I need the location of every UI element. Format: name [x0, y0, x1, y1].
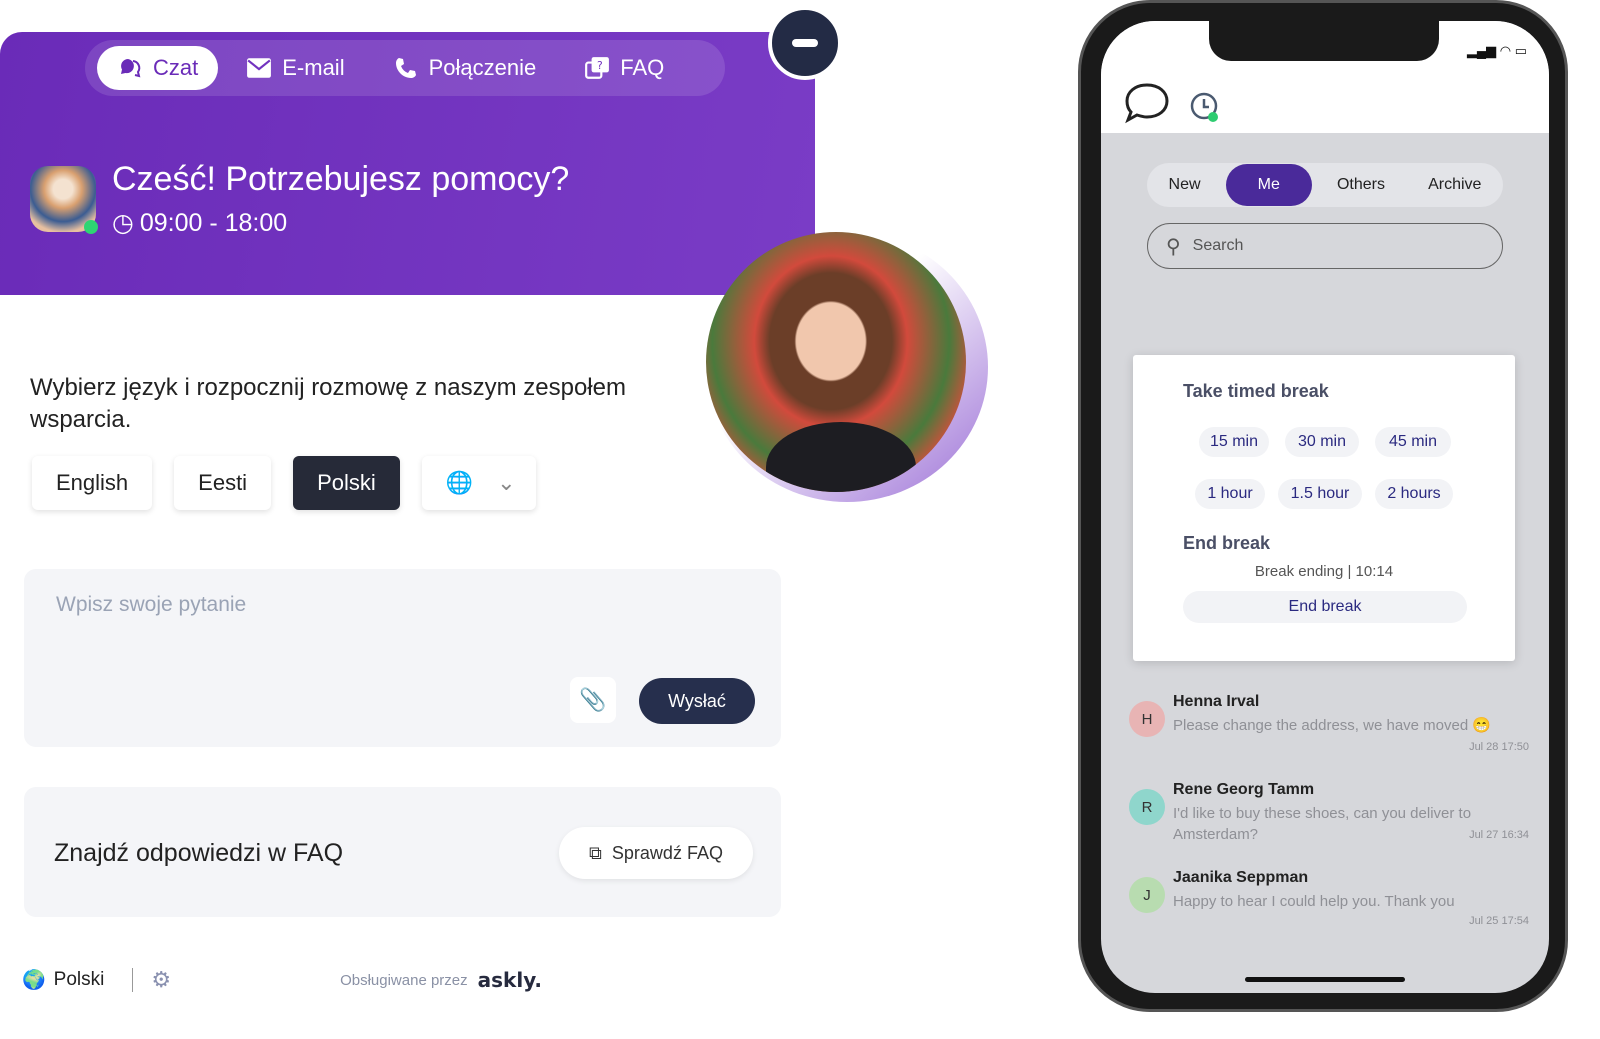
channel-tabs: Czat E-mail Połączenie ? FAQ: [85, 40, 725, 96]
contact-name: Henna Irval: [1173, 693, 1260, 710]
break-ending-time: Break ending | 10:14: [1254, 563, 1394, 580]
end-break-button[interactable]: End break: [1183, 591, 1467, 623]
faq-text: Znajdź odpowiedzi w FAQ: [54, 839, 344, 867]
online-indicator: [84, 220, 98, 234]
conversation-item[interactable]: R Rene Georg Tamm I'd like to buy these …: [1129, 781, 1529, 869]
question-placeholder: Wpisz swoje pytanie: [56, 593, 247, 616]
home-indicator[interactable]: [1245, 977, 1405, 982]
mail-icon: [247, 58, 272, 78]
search-icon: ⚲: [1166, 235, 1181, 258]
tab-call[interactable]: Połączenie: [373, 46, 557, 90]
chat-icon: [121, 59, 141, 78]
minus-icon: [792, 39, 818, 47]
attach-button[interactable]: 📎: [570, 677, 616, 723]
faq-icon: ⧉: [589, 842, 602, 863]
tab-archive[interactable]: Archive: [1410, 164, 1499, 206]
break-popup: Take timed break 15 min 30 min 45 min 1 …: [1133, 355, 1515, 661]
faq-section: Znajdź odpowiedzi w FAQ ⧉ Sprawdź FAQ: [24, 787, 781, 917]
message-preview: I'd like to buy these shoes, can you del…: [1173, 805, 1472, 843]
lang-polski[interactable]: Polski: [293, 456, 400, 510]
tab-new[interactable]: New: [1151, 164, 1219, 206]
break-45min[interactable]: 45 min: [1375, 427, 1451, 457]
tab-others[interactable]: Others: [1319, 164, 1403, 206]
end-break-title: End break: [1183, 533, 1271, 553]
settings-gear-icon[interactable]: ⚙: [151, 967, 171, 993]
minimize-button[interactable]: [768, 6, 842, 80]
status-icons: ▂▄▆ ◠ ▭: [1466, 43, 1527, 58]
search-input[interactable]: ⚲ Search: [1147, 223, 1503, 269]
question-input[interactable]: Wpisz swoje pytanie 📎 Wysłać: [24, 569, 781, 747]
break-30min[interactable]: 30 min: [1285, 427, 1359, 457]
message-date: Jul 28 17:50: [1469, 741, 1529, 753]
check-faq-button[interactable]: ⧉ Sprawdź FAQ: [559, 827, 753, 879]
lang-english[interactable]: English: [32, 456, 153, 510]
opening-hours: ◷ 09:00 - 18:00: [112, 208, 288, 238]
break-1hour[interactable]: 1 hour: [1195, 479, 1265, 509]
svg-text:?: ?: [597, 59, 603, 72]
conversation-item[interactable]: H Henna Irval Please change the address,…: [1129, 693, 1529, 781]
chat-widget: Czat E-mail Połączenie ? FAQ Cześć! Potrz…: [0, 32, 815, 1022]
phone-screen: ▂▄▆ ◠ ▭ New Me Others Archive ⚲ Search Ta…: [1101, 21, 1549, 993]
break-2hours[interactable]: 2 hours: [1375, 479, 1453, 509]
chevron-down-icon: ⌄: [497, 470, 516, 495]
askly-logo-icon: [1125, 83, 1169, 124]
avatar: J: [1129, 877, 1165, 913]
widget-header: Czat E-mail Połączenie ? FAQ Cześć! Potrz…: [0, 32, 815, 295]
tab-chat[interactable]: Czat: [97, 46, 219, 90]
take-break-title: Take timed break: [1183, 381, 1329, 401]
app-topbar: ▂▄▆ ◠ ▭: [1101, 21, 1549, 133]
conversation-tabs: New Me Others Archive: [1147, 163, 1503, 207]
powered-by: Obsługiwane przez askly.: [340, 968, 542, 992]
tab-faq[interactable]: ? FAQ: [564, 46, 684, 90]
tab-email[interactable]: E-mail: [226, 46, 364, 90]
tab-me[interactable]: Me: [1225, 164, 1312, 206]
widget-footer: 🌍 Polski ⚙ Obsługiwane przez askly.: [22, 966, 542, 994]
divider: [132, 968, 134, 992]
greeting-title: Cześć! Potrzebujesz pomocy?: [112, 160, 570, 198]
avatar: H: [1129, 701, 1165, 737]
askly-logo[interactable]: askly.: [478, 968, 542, 992]
contact-name: Jaanika Seppman: [1173, 869, 1309, 886]
footer-language[interactable]: Polski: [54, 969, 105, 991]
agent-photo: [706, 232, 988, 502]
paperclip-icon: 📎: [579, 687, 607, 712]
conversation-item[interactable]: J Jaanika Seppman Happy to hear I could …: [1129, 869, 1529, 957]
clock-icon: ◷: [112, 209, 134, 237]
intro-text: Wybierz język i rozpocznij rozmowę z nas…: [30, 374, 626, 433]
message-date: Jul 25 17:54: [1469, 915, 1529, 927]
break-1-5hour[interactable]: 1.5 hour: [1278, 479, 1362, 509]
globe-icon: 🌍: [22, 970, 46, 991]
break-clock-icon[interactable]: [1189, 91, 1223, 125]
contact-name: Rene Georg Tamm: [1173, 781, 1315, 798]
phone-mockup: ▂▄▆ ◠ ▭ New Me Others Archive ⚲ Search Ta…: [1078, 0, 1568, 1012]
language-selector: English Eesti Polski 🌐 ⌄: [32, 456, 536, 510]
faq-icon: ?: [585, 57, 610, 79]
globe-icon: 🌐: [445, 470, 474, 495]
message-preview: Happy to hear I could help you. Thank yo…: [1173, 893, 1455, 910]
send-button[interactable]: Wysłać: [639, 678, 755, 724]
message-date: Jul 27 16:34: [1469, 829, 1529, 841]
break-15min[interactable]: 15 min: [1199, 427, 1269, 457]
message-preview: Please change the address, we have moved…: [1173, 717, 1492, 734]
lang-eesti[interactable]: Eesti: [174, 456, 272, 510]
avatar: R: [1129, 789, 1165, 825]
phone-icon: [395, 58, 416, 78]
more-languages-dropdown[interactable]: 🌐 ⌄: [421, 456, 536, 510]
